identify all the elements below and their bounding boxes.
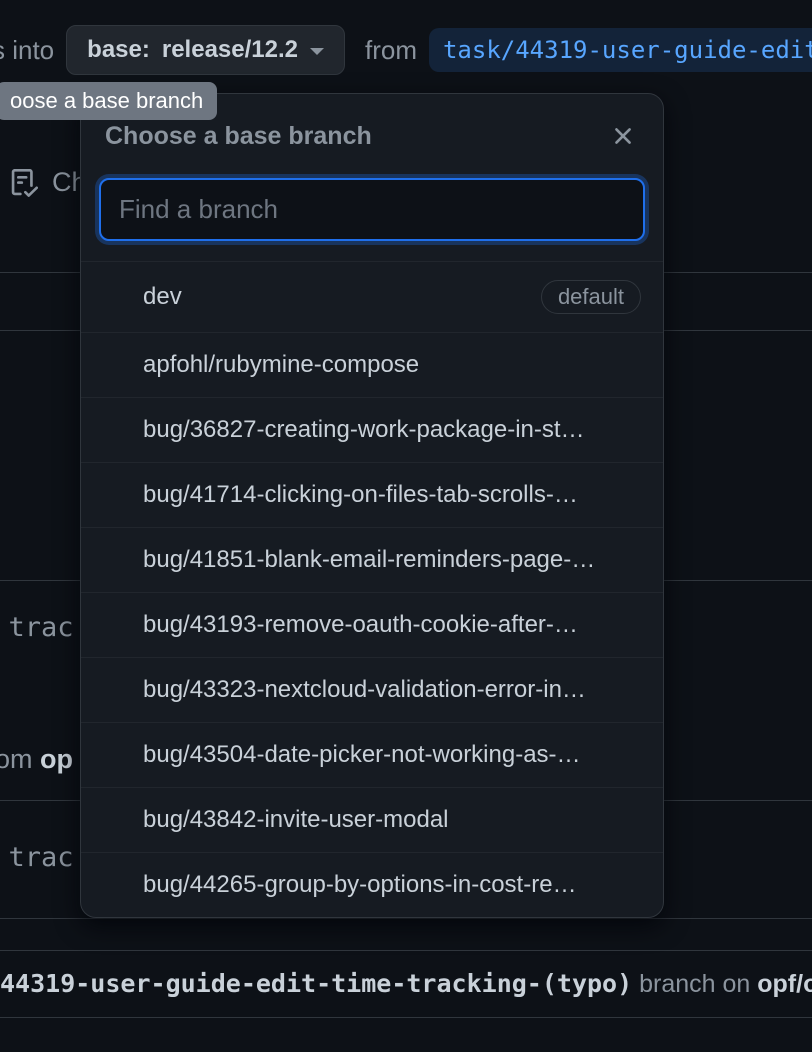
base-prefix: base: (87, 36, 150, 64)
bg-from-text: rom (0, 744, 33, 774)
branch-item[interactable]: bug/43323-nextcloud-validation-error-in… (81, 657, 663, 722)
branch-search-input[interactable] (99, 178, 645, 241)
popover-title: Choose a base branch (105, 122, 372, 151)
branch-name: bug/43193-remove-oauth-cookie-after-… (143, 611, 641, 639)
chevron-down-icon (310, 48, 324, 55)
branch-name: bug/41851-blank-email-reminders-page-… (143, 546, 641, 574)
branch-list: dev default apfohl/rubymine-compose bug/… (81, 261, 663, 917)
branch-name: bug/43504-date-picker-not-working-as-… (143, 741, 641, 769)
default-badge: default (541, 280, 641, 314)
branch-item[interactable]: bug/36827-creating-work-package-in-st… (81, 397, 663, 462)
divider (0, 918, 812, 919)
bottom-summary: 44319-user-guide-edit-time-tracking-(typ… (0, 950, 812, 1018)
branch-item[interactable]: bug/43842-invite-user-modal (81, 787, 663, 852)
bg-track-text-2: e trac (0, 842, 74, 873)
branch-name: apfohl/rubymine-compose (143, 351, 641, 379)
bg-from-bold: op (40, 744, 73, 774)
branch-item[interactable]: bug/43504-date-picker-not-working-as-… (81, 722, 663, 787)
close-button[interactable] (605, 118, 641, 154)
compare-header: s into base: release/12.2 from task/4431… (0, 0, 812, 75)
branch-name: bug/41714-clicking-on-files-tab-scrolls-… (143, 481, 641, 509)
branch-item[interactable]: apfohl/rubymine-compose (81, 332, 663, 397)
base-branch-tooltip: oose a base branch (0, 82, 217, 120)
checklist-icon (10, 169, 38, 197)
search-wrap (81, 164, 663, 261)
branch-name: bug/43842-invite-user-modal (143, 806, 641, 834)
base-branch-popover: Choose a base branch dev default apfohl/… (80, 93, 664, 918)
branch-name: dev (143, 283, 531, 311)
branch-item[interactable]: bug/44265-group-by-options-in-cost-re… (81, 852, 663, 917)
branch-item[interactable]: bug/43193-remove-oauth-cookie-after-… (81, 592, 663, 657)
branch-item-dev[interactable]: dev default (81, 261, 663, 332)
summary-repo: opf/o (757, 970, 812, 998)
summary-branch-name: 44319-user-guide-edit-time-tracking-(typ… (0, 969, 632, 998)
bg-track-text-1: e trac (0, 612, 74, 643)
branch-name: bug/44265-group-by-options-in-cost-re… (143, 871, 641, 899)
from-label: from (365, 35, 417, 66)
branch-item[interactable]: bug/41851-blank-email-reminders-page-… (81, 527, 663, 592)
base-value: release/12.2 (162, 36, 298, 64)
branch-name: bug/43323-nextcloud-validation-error-in… (143, 676, 641, 704)
branch-name: bug/36827-creating-work-package-in-st… (143, 416, 641, 444)
base-branch-selector[interactable]: base: release/12.2 (66, 25, 345, 75)
summary-middle: branch on (632, 970, 757, 998)
branch-item[interactable]: bug/41714-clicking-on-files-tab-scrolls-… (81, 462, 663, 527)
into-label: s into (0, 35, 54, 66)
compare-branch-selector[interactable]: task/44319-user-guide-edit (429, 28, 812, 72)
close-icon (609, 122, 637, 150)
